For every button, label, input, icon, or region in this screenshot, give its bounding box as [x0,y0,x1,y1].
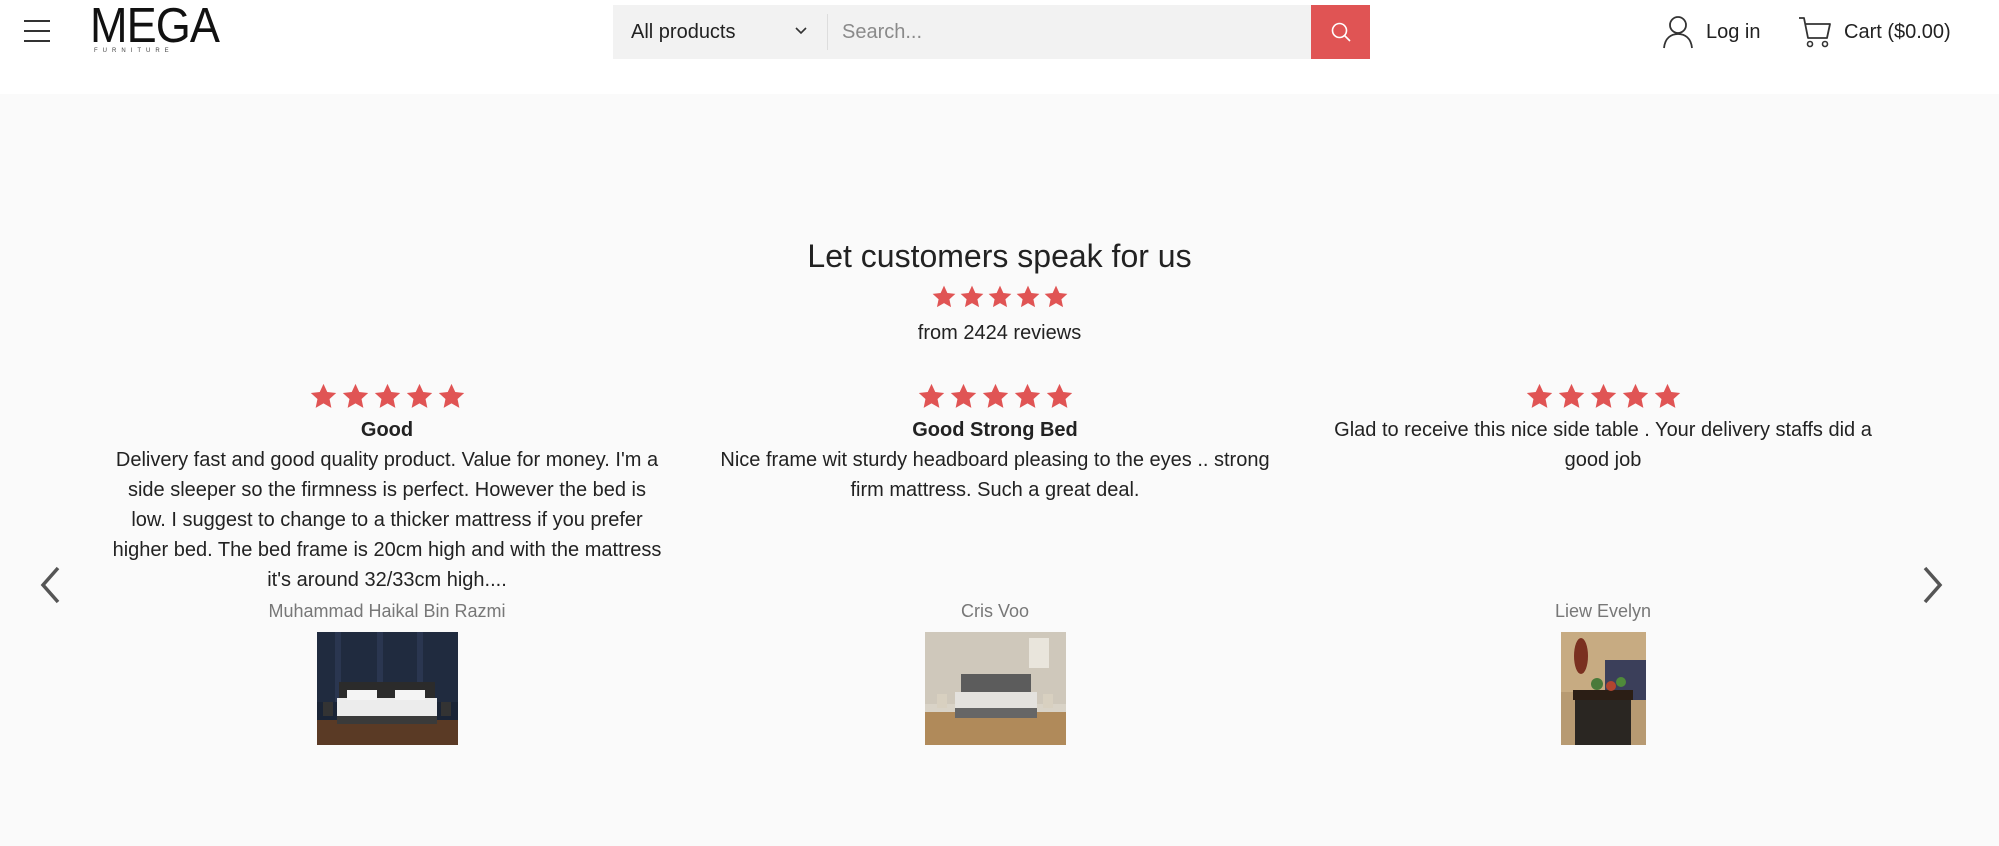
review-body: Delivery fast and good quality product. … [112,449,662,591]
star-icon [1590,383,1616,408]
star-icon [1046,383,1072,408]
summary-rating [0,284,1999,310]
star-icon [1558,383,1584,408]
cart-label: Cart ($0.00) [1844,20,1951,43]
review-rating [715,382,1275,412]
search-bar: All products [613,5,1370,59]
star-icon [1526,383,1552,408]
review-photo[interactable] [316,632,458,745]
review-card: Good Delivery fast and good quality prod… [107,382,667,745]
category-select[interactable]: All products [613,5,827,59]
star-icon [960,285,983,308]
prev-button[interactable] [30,560,70,610]
star-icon [950,383,976,408]
login-label: Log in [1706,20,1761,43]
review-card: Good Strong Bed Nice frame wit sturdy he… [715,382,1275,745]
star-icon [406,383,432,408]
summary-count: from 2424 reviews [917,322,1082,344]
review-title: Good [360,419,414,441]
review-author: Cris Voo [960,601,1030,621]
chevron-left-icon [40,566,60,604]
star-icon [982,383,1008,408]
review-rating [107,382,667,412]
star-icon [1016,285,1039,308]
review-title: Good Strong Bed [912,419,1078,441]
hamburger-icon [24,20,50,22]
review-photo[interactable] [1560,632,1646,745]
search-icon [1331,22,1351,42]
star-icon [1622,383,1648,408]
star-icon [310,383,336,408]
chevron-right-icon [1923,566,1943,604]
logo-text: MEGA [90,0,220,53]
review-author: Liew Evelyn [1554,601,1652,621]
search-button[interactable] [1311,5,1370,59]
reviews-title: Let customers speak for us [807,238,1192,274]
review-photo[interactable] [924,632,1066,745]
star-icon [438,383,464,408]
cart-icon [1799,17,1831,48]
star-icon [1044,285,1067,308]
site-header: MEGA FURNITURE All products Log in [0,0,1999,94]
review-body: Nice frame wit sturdy headboard pleasing… [720,449,1270,501]
star-icon [374,383,400,408]
star-icon [918,383,944,408]
review-author: Muhammad Haikal Bin Razmi [268,601,506,621]
star-icon [988,285,1011,308]
reviews-section: Let customers speak for us from 2424 rev… [0,94,1999,846]
review-card: Glad to receive this nice side table . Y… [1323,382,1883,745]
star-icon [932,285,955,308]
menu-button[interactable] [24,20,50,44]
star-icon [1654,383,1680,408]
login-link[interactable]: Log in [1662,14,1761,50]
user-icon [1663,16,1693,49]
site-logo[interactable]: MEGA FURNITURE [90,2,230,58]
star-icon [342,383,368,408]
chevron-down-icon [795,27,807,35]
review-body: Glad to receive this nice side table . Y… [1334,419,1872,471]
next-button[interactable] [1913,560,1953,610]
review-rating [1323,382,1883,412]
star-icon [1014,383,1040,408]
category-select-value: All products [631,20,736,43]
search-input[interactable] [828,5,1311,59]
cart-link[interactable]: Cart ($0.00) [1798,14,1951,50]
